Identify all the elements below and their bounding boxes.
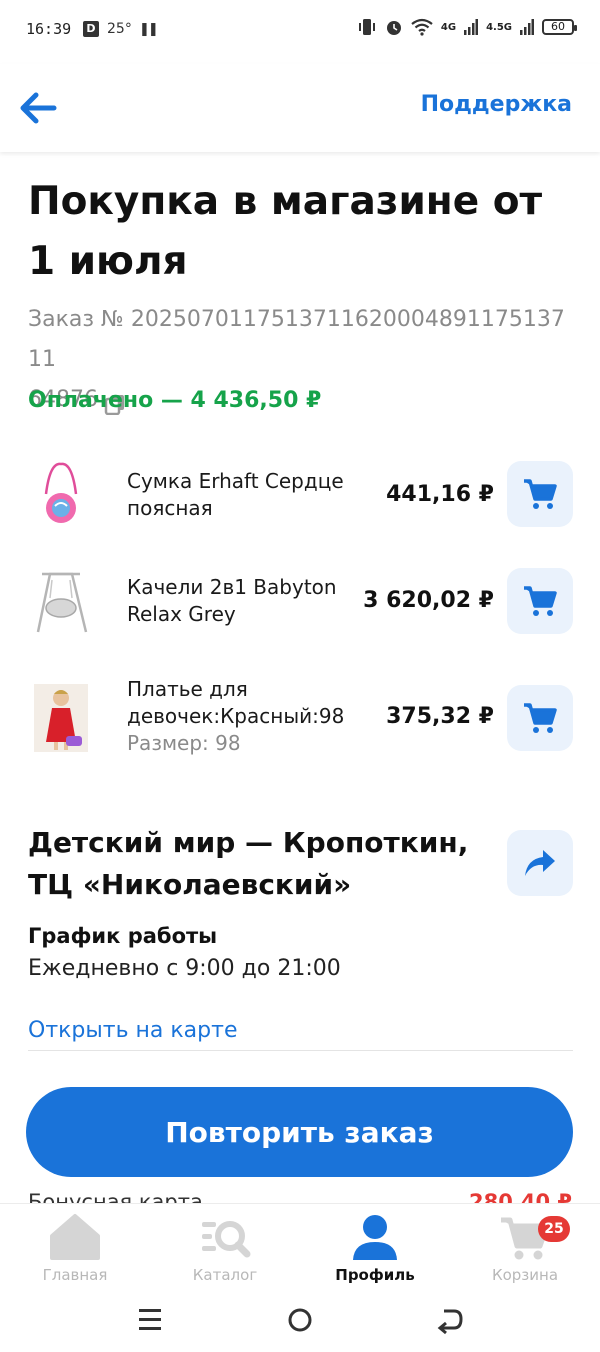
- back-button[interactable]: [16, 88, 60, 128]
- order-item: Сумка Erhaft Сердце поясная 441,16 ₽: [0, 456, 600, 536]
- schedule-value: Ежедневно с 9:00 до 21:00: [28, 956, 341, 981]
- product-image-bag[interactable]: [30, 460, 92, 528]
- wifi-icon: [411, 18, 433, 36]
- item-name[interactable]: Сумка Erhaft Сердце поясная: [127, 468, 357, 522]
- cart-icon: [524, 703, 557, 733]
- tab-label: Профиль: [335, 1266, 415, 1284]
- product-image-dress[interactable]: [30, 684, 92, 752]
- store-name: Детский мир — Кропоткин, ТЦ «Николаевски…: [28, 826, 469, 901]
- pause-icon: ❚❚: [139, 22, 159, 37]
- top-bar: Поддержка: [0, 64, 600, 152]
- status-icons: 4G 4.5G 60: [357, 18, 577, 36]
- item-name[interactable]: Качели 2в1 Babyton Relax Grey: [127, 574, 357, 628]
- product-image-swing[interactable]: [30, 568, 92, 636]
- order-item: Платье для девочек:Красный:98 Размер: 98…: [0, 676, 600, 776]
- alarm-icon: [386, 21, 401, 35]
- schedule-label: График работы: [28, 924, 218, 948]
- item-price: 441,16 ₽: [386, 482, 494, 507]
- cart-icon: [524, 479, 557, 509]
- order-number-line1: Заказ № 20250701175137116200048911751371…: [28, 307, 565, 372]
- tab-label: Каталог: [192, 1266, 258, 1284]
- network-45g: 4.5G: [486, 21, 512, 33]
- status-bar: 16:39 D 25° ❚❚ 4G 4.5G 60: [0, 0, 600, 64]
- tab-label: Корзина: [491, 1266, 559, 1284]
- cart-count-badge: 25: [538, 1216, 570, 1242]
- catalog-search-icon: [202, 1221, 251, 1258]
- add-to-cart-button[interactable]: [507, 685, 573, 751]
- bottom-tab-bar: Главная Каталог Профиль 25 Корзина: [0, 1203, 600, 1290]
- add-to-cart-button[interactable]: [507, 461, 573, 527]
- home-icon: [50, 1214, 100, 1260]
- status-time: 16:39: [26, 20, 72, 38]
- status-temperature: 25°: [107, 21, 132, 37]
- add-to-cart-button[interactable]: [507, 568, 573, 634]
- item-name-text: Платье для девочек:Красный:98: [127, 677, 345, 728]
- item-name[interactable]: Платье для девочек:Красный:98 Размер: 98: [127, 676, 357, 757]
- route-button[interactable]: [507, 830, 573, 896]
- tab-home[interactable]: Главная: [0, 1204, 150, 1290]
- page-title: Покупка в магазине от 1 июля: [28, 179, 543, 284]
- signal-icon: [464, 19, 479, 35]
- open-map-link[interactable]: Открыть на карте: [28, 1018, 237, 1043]
- home-circle-icon[interactable]: [280, 1303, 320, 1337]
- tab-profile[interactable]: Профиль: [300, 1204, 450, 1290]
- cart-icon: [524, 586, 557, 616]
- item-price: 3 620,02 ₽: [363, 588, 494, 613]
- back-nav-icon[interactable]: [430, 1303, 470, 1337]
- tab-cart[interactable]: 25 Корзина: [450, 1204, 600, 1290]
- item-price: 375,32 ₽: [386, 704, 494, 729]
- tab-catalog[interactable]: Каталог: [150, 1204, 300, 1290]
- arrow-left-icon: [20, 92, 57, 124]
- network-4g: 4G: [440, 21, 457, 33]
- share-arrow-icon: [525, 850, 555, 876]
- tab-label: Главная: [42, 1266, 108, 1284]
- system-nav-bar: [0, 1289, 600, 1352]
- d-badge-icon: D: [83, 21, 99, 37]
- item-size: Размер: 98: [127, 731, 241, 755]
- repeat-order-button[interactable]: Повторить заказ: [26, 1087, 573, 1177]
- divider: [28, 1050, 573, 1051]
- profile-icon: [353, 1215, 397, 1260]
- support-link[interactable]: Поддержка: [421, 92, 572, 117]
- vibrate-icon: [358, 19, 375, 35]
- order-item: Качели 2в1 Babyton Relax Grey 3 620,02 ₽: [0, 566, 600, 646]
- signal-icon: [520, 19, 534, 35]
- paid-status: Оплачено — 4 436,50 ₽: [28, 388, 322, 413]
- recent-apps-icon[interactable]: [130, 1303, 170, 1337]
- battery-icon: 60: [542, 19, 577, 35]
